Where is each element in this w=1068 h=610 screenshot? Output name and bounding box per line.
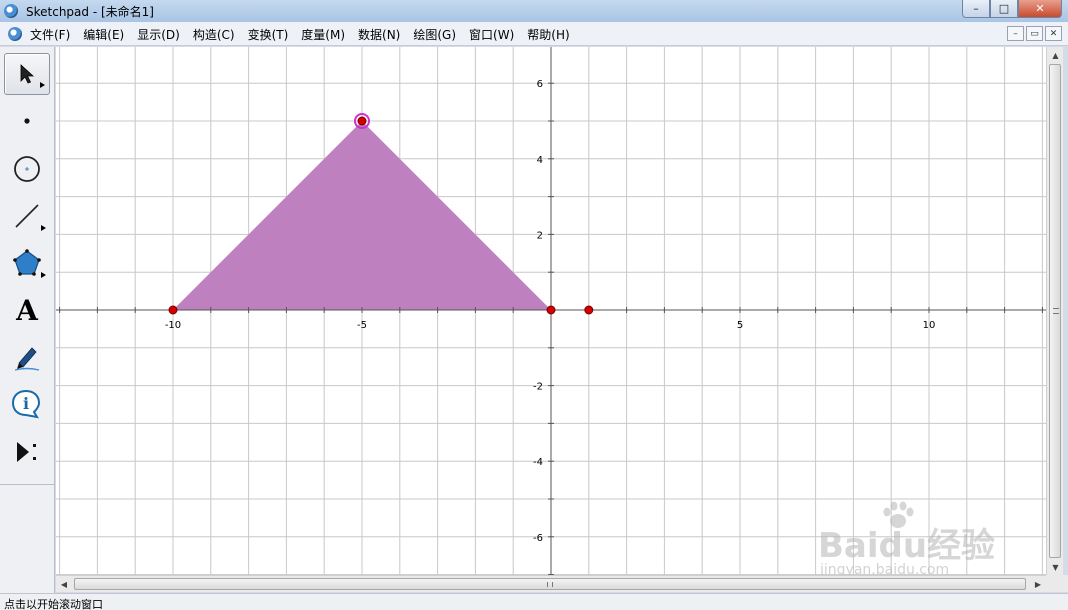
document-minimize-button[interactable]: – [1007, 26, 1024, 41]
document-restore-button[interactable]: ▭ [1026, 26, 1043, 41]
window-maximize-button[interactable]: □ [990, 0, 1018, 18]
horizontal-scroll-thumb[interactable] [74, 578, 1026, 590]
menu-measure[interactable]: 度量(M) [301, 26, 345, 43]
circle-icon [14, 156, 40, 182]
watermark-text: Baidu经验 [818, 526, 996, 566]
scroll-down-arrow-icon[interactable]: ▼ [1047, 559, 1064, 575]
tool-submenu-indicator [41, 272, 46, 278]
scroll-grip [547, 582, 553, 587]
marker-icon [14, 347, 40, 371]
compass-tool[interactable] [4, 148, 50, 190]
menu-number[interactable]: 数据(N) [358, 26, 400, 43]
window-close-button[interactable]: ✕ [1018, 0, 1062, 18]
arrow-icon [20, 64, 35, 84]
window-controls: – □ ✕ [962, 0, 1062, 18]
y-tick-label: -4 [533, 457, 543, 468]
coordinate-graph[interactable]: -10 -5 5 10 -6 -4 -2 2 4 6 [56, 47, 1046, 575]
tool-submenu-indicator [41, 225, 46, 231]
graph-point[interactable] [546, 305, 556, 315]
vertical-scroll-thumb[interactable] [1049, 64, 1061, 558]
information-tool[interactable]: i [4, 383, 50, 425]
sketchpad-app-icon[interactable] [4, 4, 18, 18]
straightedge-tool[interactable] [4, 195, 50, 237]
custom-tool-icon [17, 442, 36, 462]
point-tool[interactable] [4, 100, 50, 142]
horizontal-scrollbar[interactable]: ◀ ▶ [56, 575, 1046, 592]
graph-point[interactable] [357, 116, 367, 126]
status-text: 点击以开始滚动窗口 [4, 598, 103, 610]
polygon-icon [13, 249, 41, 276]
watermark-url: jingyan.baidu.com [820, 562, 950, 575]
polygon-layer [173, 121, 551, 310]
status-bar: 点击以开始滚动窗口 [0, 593, 1068, 610]
menu-file[interactable]: 文件(F) [30, 26, 70, 43]
y-tick-label: 4 [537, 155, 543, 166]
tool-submenu-indicator [40, 82, 45, 88]
watermark: Baidu经验 jingyan.baidu.com [818, 500, 1018, 575]
menu-construct[interactable]: 构造(C) [193, 26, 235, 43]
x-tick-label: 10 [923, 320, 936, 331]
menu-items: 文件(F) 编辑(E) 显示(D) 构造(C) 变换(T) 度量(M) 数据(N… [30, 26, 583, 43]
custom-tool[interactable] [4, 431, 50, 473]
svg-text:i: i [23, 394, 29, 413]
triangle-interior[interactable] [173, 121, 551, 310]
x-tick-label: -10 [165, 320, 181, 331]
window-title: Sketchpad - [未命名1] [26, 5, 154, 19]
segment-icon [15, 204, 39, 228]
document-window-controls: – ▭ ✕ [1007, 26, 1062, 41]
y-tick-label: -6 [533, 533, 543, 544]
y-tick-label: 6 [537, 79, 543, 90]
scrollbar-corner [1046, 575, 1068, 592]
document-icon[interactable] [8, 27, 22, 41]
scroll-right-arrow-icon[interactable]: ▶ [1030, 576, 1046, 593]
title-bar: Sketchpad - [未命名1] – □ ✕ [0, 0, 1068, 22]
y-tick-label: 2 [537, 230, 543, 241]
marker-tool[interactable] [4, 336, 50, 378]
toolbox-divider [0, 484, 55, 485]
menu-window[interactable]: 窗口(W) [469, 26, 514, 43]
menu-edit[interactable]: 编辑(E) [83, 26, 124, 43]
x-tick-label: -5 [357, 320, 367, 331]
text-icon: A [16, 293, 38, 327]
menu-transform[interactable]: 变换(T) [248, 26, 289, 43]
x-tick-label: 5 [737, 320, 743, 331]
selection-arrow-tool[interactable] [4, 53, 50, 95]
vertical-scrollbar[interactable]: ▲ ▼ [1046, 47, 1063, 575]
point-icon [24, 118, 30, 124]
scroll-grip [1053, 308, 1059, 314]
menu-graph[interactable]: 绘图(G) [413, 26, 456, 43]
graph-point[interactable] [168, 305, 178, 315]
document-close-button[interactable]: ✕ [1045, 26, 1062, 41]
sketch-canvas[interactable]: -10 -5 5 10 -6 -4 -2 2 4 6 Baidu经验 jingyan.baidu.… [56, 47, 1046, 575]
menu-help[interactable]: 帮助(H) [527, 26, 569, 43]
text-tool[interactable]: A [4, 289, 50, 331]
graph-point[interactable] [584, 305, 594, 315]
y-tick-label: -2 [533, 382, 543, 393]
polygon-tool[interactable] [4, 242, 50, 284]
menu-display[interactable]: 显示(D) [137, 26, 180, 43]
toolbox: A i [0, 47, 55, 593]
window-minimize-button[interactable]: – [962, 0, 990, 18]
info-icon: i [11, 389, 41, 419]
menu-bar: 文件(F) 编辑(E) 显示(D) 构造(C) 变换(T) 度量(M) 数据(N… [0, 22, 1068, 46]
scroll-up-arrow-icon[interactable]: ▲ [1047, 47, 1064, 63]
scroll-left-arrow-icon[interactable]: ◀ [56, 576, 72, 593]
